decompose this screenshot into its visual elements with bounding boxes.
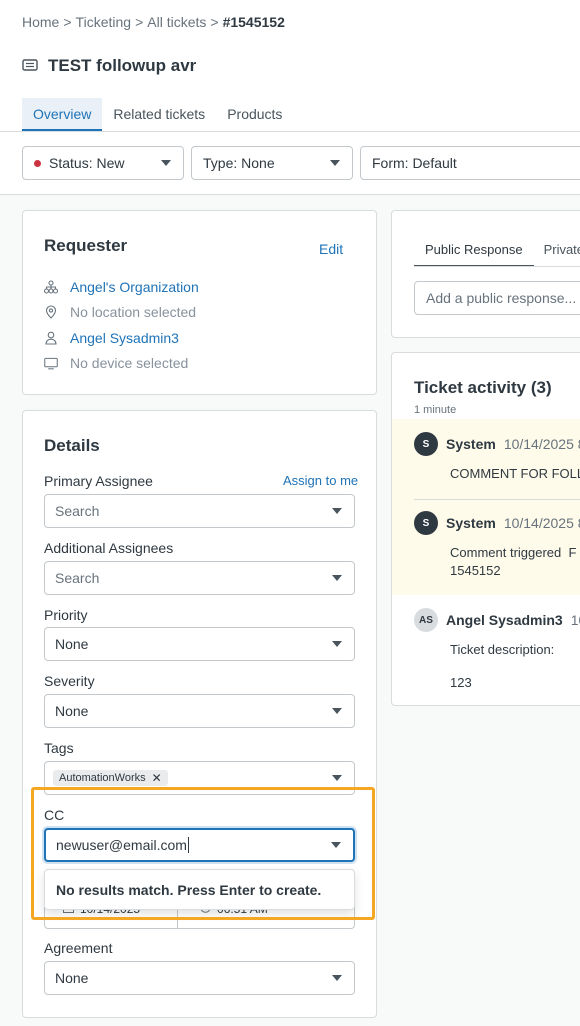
activity-author: System [446, 436, 496, 452]
activity-date: 10/14/2025 8: [503, 436, 580, 452]
activity-item: S System 10/14/2025 8: [414, 432, 580, 456]
breadcrumb-current: #1545152 [222, 14, 285, 30]
ticket-title: TEST followup avr [48, 56, 197, 75]
chevron-down-icon [332, 708, 342, 714]
activity-heading: Ticket activity (3) [414, 378, 552, 397]
chevron-down-icon [332, 775, 342, 781]
type-select[interactable]: Type: None [191, 146, 353, 180]
chevron-down-icon [332, 975, 342, 981]
requester-heading: Requester [44, 236, 128, 255]
breadcrumb-separator: > [210, 14, 219, 30]
activity-author: System [446, 515, 496, 531]
requester-user-row: Angel Sysadmin3 [44, 330, 179, 346]
requester-organization[interactable]: Angel's Organization [70, 279, 199, 295]
response-card [391, 210, 580, 338]
public-response-input[interactable]: Add a public response... [414, 281, 580, 315]
tag-label: AutomationWorks [59, 772, 146, 784]
organization-icon [44, 280, 58, 294]
avatar: S [414, 511, 438, 535]
additional-assignees-label: Additional Assignees [44, 540, 174, 556]
activity-date: 10/14/2025 8: [503, 515, 580, 531]
activity-body-ticket-number: 1545152 [450, 563, 501, 578]
chevron-down-icon [332, 575, 342, 581]
monitor-icon [44, 356, 58, 370]
requester-device-row: No device selected [44, 355, 188, 371]
close-icon[interactable]: ✕ [152, 772, 162, 784]
breadcrumb-separator: > [135, 14, 144, 30]
requester-edit-link[interactable]: Edit [319, 241, 343, 257]
activity-body: Comment triggered F [450, 545, 577, 560]
breadcrumb-all-tickets[interactable]: All tickets [147, 14, 206, 30]
agreement-select[interactable]: None [44, 961, 355, 995]
primary-assignee-label: Primary Assignee [44, 473, 153, 489]
requester-device: No device selected [70, 355, 189, 371]
avatar: S [414, 432, 438, 456]
severity-value: None [55, 703, 89, 719]
chevron-down-icon [332, 641, 342, 647]
chevron-down-icon [332, 508, 342, 514]
requester-user[interactable]: Angel Sysadmin3 [70, 330, 179, 346]
location-pin-icon [44, 305, 58, 319]
priority-select[interactable]: None [44, 627, 355, 661]
tab-public-response[interactable]: Public Response [414, 242, 534, 267]
priority-value: None [55, 636, 89, 652]
agreement-label: Agreement [44, 940, 113, 956]
primary-assignee-select[interactable]: Search [44, 494, 355, 528]
additional-assignees-select[interactable]: Search [44, 561, 355, 595]
chevron-down-icon [161, 160, 171, 166]
form-value: Form: Default [372, 155, 457, 171]
breadcrumb: Home > Ticketing > All tickets > #1545152 [22, 14, 285, 30]
severity-label: Severity [44, 673, 95, 689]
public-response-placeholder: Add a public response... [426, 290, 577, 306]
breadcrumb-home[interactable]: Home [22, 14, 59, 30]
tabs-divider [0, 131, 580, 132]
activity-item: AS Angel Sysadmin3 10/1 [414, 608, 580, 632]
activity-body: Ticket description: [450, 642, 555, 657]
status-dot-icon [34, 159, 41, 167]
response-tabs: Public Response Private [414, 242, 580, 267]
form-select[interactable]: Form: Default [360, 146, 580, 180]
tab-related-tickets[interactable]: Related tickets [102, 98, 216, 131]
type-value: Type: None [203, 155, 275, 171]
tag-chip: AutomationWorks ✕ [53, 770, 168, 786]
tab-bar: Overview Related tickets Products [22, 98, 293, 131]
response-tabs-divider [414, 266, 580, 267]
tags-label: Tags [44, 740, 74, 756]
priority-label: Priority [44, 607, 88, 623]
details-heading: Details [44, 436, 100, 455]
chevron-down-icon [330, 160, 340, 166]
activity-divider [414, 499, 580, 500]
activity-body-extra: 123 [450, 675, 472, 690]
ticket-icon [22, 56, 38, 76]
activity-item: S System 10/14/2025 8: [414, 511, 580, 535]
activity-body: COMMENT FOR FOLL [450, 466, 580, 481]
assign-to-me-link[interactable]: Assign to me [283, 473, 358, 488]
tab-private[interactable]: Private [534, 242, 580, 267]
activity-time-ago: 1 minute [414, 404, 457, 416]
avatar: AS [414, 608, 438, 632]
primary-assignee-placeholder: Search [55, 503, 100, 519]
status-value: Status: New [49, 155, 125, 171]
activity-author: Angel Sysadmin3 [446, 612, 563, 628]
tab-overview[interactable]: Overview [22, 98, 103, 131]
cc-highlight-box [31, 787, 375, 920]
activity-date: 10/1 [570, 612, 580, 628]
requester-organization-row: Angel's Organization [44, 279, 199, 295]
agreement-value: None [55, 970, 89, 986]
breadcrumb-ticketing[interactable]: Ticketing [76, 14, 132, 30]
requester-location: No location selected [70, 304, 197, 320]
breadcrumb-separator: > [63, 14, 72, 30]
severity-select[interactable]: None [44, 694, 355, 728]
page-title: TEST followup avr [22, 56, 196, 76]
requester-location-row: No location selected [44, 304, 196, 320]
tab-products[interactable]: Products [216, 98, 293, 131]
additional-assignees-placeholder: Search [55, 570, 100, 586]
user-icon [44, 331, 58, 345]
status-select[interactable]: Status: New [22, 146, 184, 180]
